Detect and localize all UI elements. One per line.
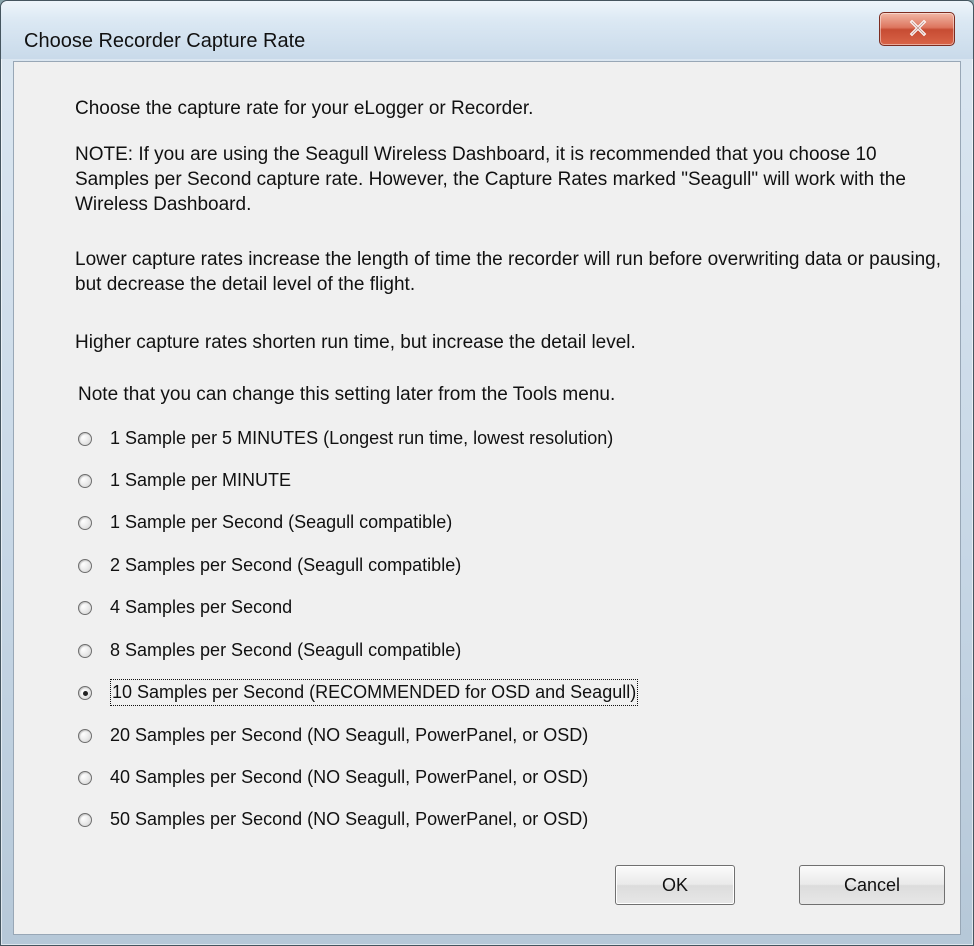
cancel-button[interactable]: Cancel <box>799 865 945 905</box>
radio-button[interactable] <box>78 474 92 488</box>
close-icon <box>909 19 927 37</box>
radio-option-label: 8 Samples per Second (Seagull compatible… <box>110 640 462 660</box>
radio-option-2-samples-per-second[interactable]: 2 Samples per Second (Seagull compatible… <box>78 553 768 583</box>
selected-radio-dot <box>83 691 88 696</box>
radio-option-20-samples-per-second[interactable]: 20 Samples per Second (NO Seagull, Power… <box>78 723 768 753</box>
change-later-text: Note that you can change this setting la… <box>78 384 616 405</box>
radio-button[interactable] <box>78 601 92 615</box>
title-bar[interactable]: Choose Recorder Capture Rate <box>1 1 973 59</box>
radio-option-1-sample-per-5-minutes[interactable]: 1 Sample per 5 MINUTES (Longest run time… <box>78 426 768 456</box>
window-title: Choose Recorder Capture Rate <box>24 30 306 52</box>
radio-option-8-samples-per-second[interactable]: 8 Samples per Second (Seagull compatible… <box>78 638 768 668</box>
radio-option-label: 20 Samples per Second (NO Seagull, Power… <box>110 725 589 745</box>
seagull-note: NOTE: If you are using the Seagull Wirel… <box>75 144 906 215</box>
radio-button[interactable] <box>78 686 92 700</box>
radio-option-label: 4 Samples per Second <box>110 597 293 617</box>
higher-rates-text: Higher capture rates shorten run time, b… <box>75 332 636 353</box>
radio-option-label: 1 Sample per MINUTE <box>110 470 292 490</box>
radio-option-label: 1 Sample per 5 MINUTES (Longest run time… <box>110 428 614 448</box>
radio-option-40-samples-per-second[interactable]: 40 Samples per Second (NO Seagull, Power… <box>78 765 768 795</box>
radio-option-label: 50 Samples per Second (NO Seagull, Power… <box>110 809 589 829</box>
radio-button[interactable] <box>78 559 92 573</box>
radio-button[interactable] <box>78 432 92 446</box>
capture-rate-dialog: Choose Recorder Capture Rate Choose the … <box>0 0 974 946</box>
radio-option-label: 10 Samples per Second (RECOMMENDED for O… <box>110 679 639 706</box>
ok-button[interactable]: OK <box>615 865 735 905</box>
radio-button[interactable] <box>78 644 92 658</box>
radio-button[interactable] <box>78 771 92 785</box>
radio-option-1-sample-per-minute[interactable]: 1 Sample per MINUTE <box>78 468 768 498</box>
radio-button[interactable] <box>78 813 92 827</box>
radio-option-label: 1 Sample per Second (Seagull compatible) <box>110 512 453 532</box>
radio-option-label: 40 Samples per Second (NO Seagull, Power… <box>110 767 589 787</box>
radio-button[interactable] <box>78 729 92 743</box>
close-button[interactable] <box>879 12 955 46</box>
lower-rates-text: Lower capture rates increase the length … <box>75 249 942 295</box>
radio-option-label: 2 Samples per Second (Seagull compatible… <box>110 555 462 575</box>
intro-text: Choose the capture rate for your eLogger… <box>75 98 534 119</box>
radio-option-10-samples-per-second[interactable]: 10 Samples per Second (RECOMMENDED for O… <box>78 679 768 710</box>
radio-option-4-samples-per-second[interactable]: 4 Samples per Second <box>78 595 768 625</box>
radio-button[interactable] <box>78 516 92 530</box>
radio-option-1-sample-per-second[interactable]: 1 Sample per Second (Seagull compatible) <box>78 510 768 540</box>
dialog-client-area: Choose the capture rate for your eLogger… <box>13 61 961 935</box>
radio-option-50-samples-per-second[interactable]: 50 Samples per Second (NO Seagull, Power… <box>78 807 768 837</box>
